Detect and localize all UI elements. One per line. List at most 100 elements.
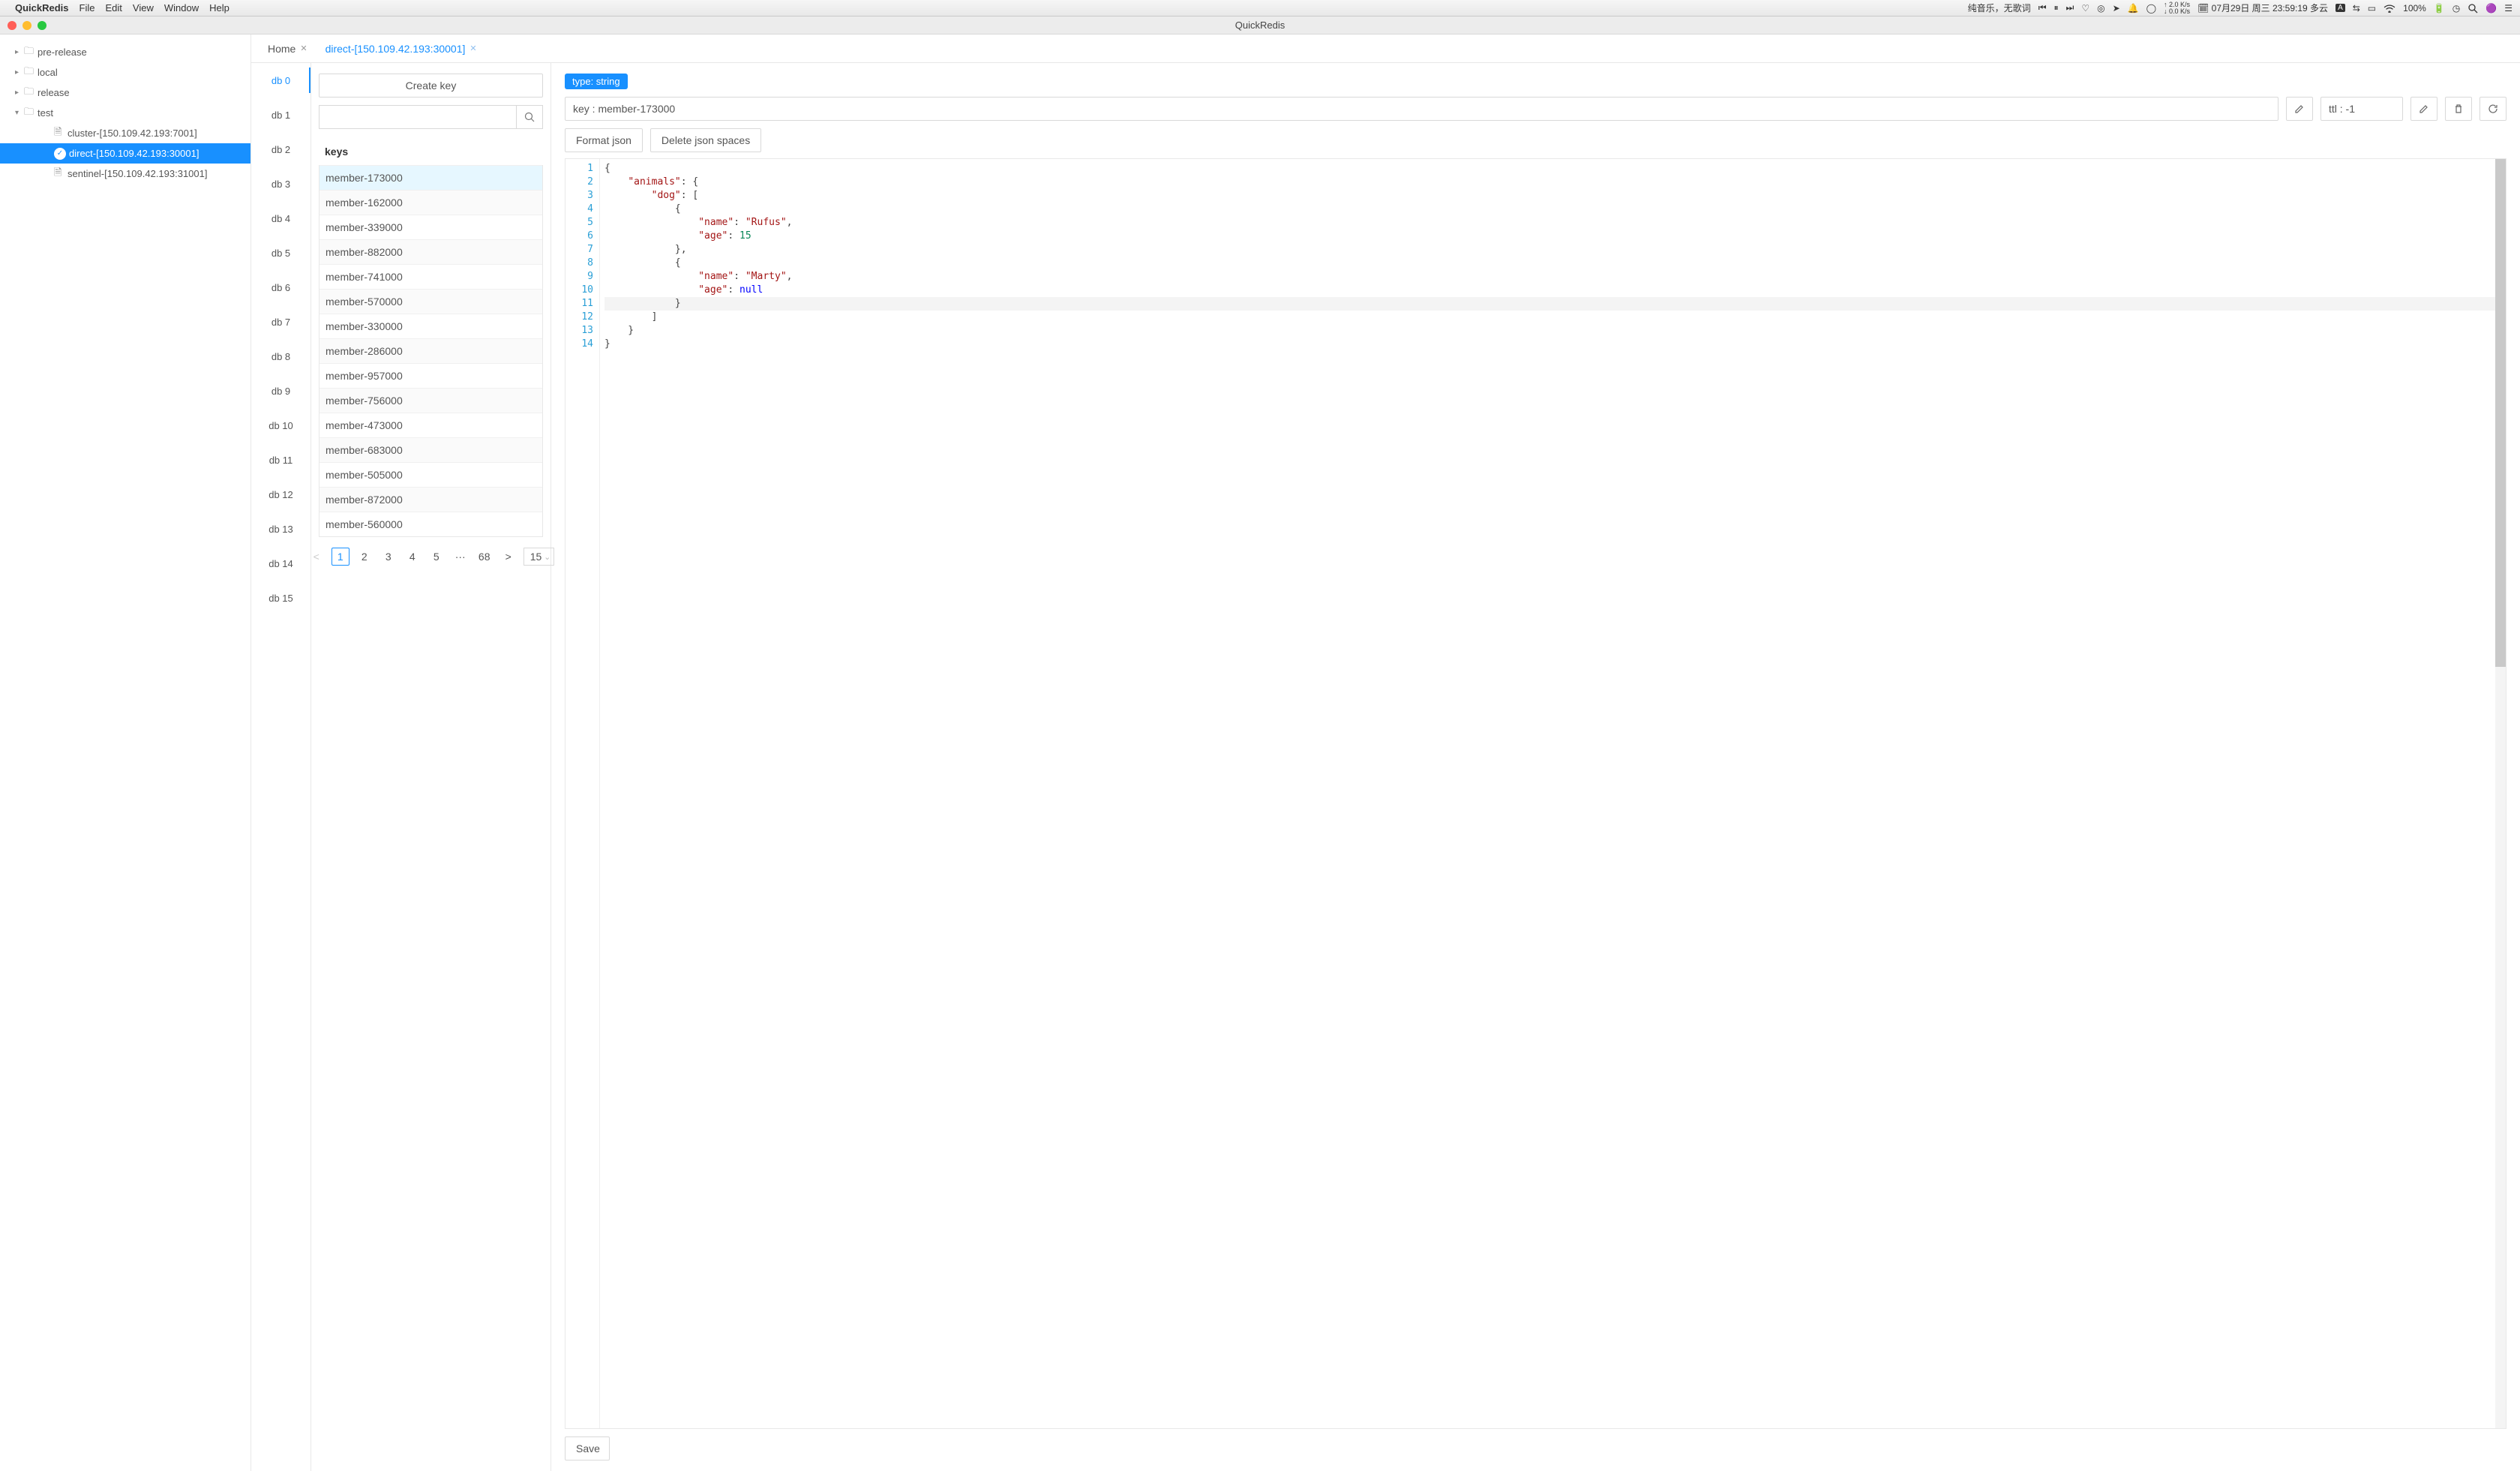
network-speed-indicator[interactable]: ↑ 2.0 K/s ↓ 0.0 K/s: [2164, 2, 2190, 15]
tab[interactable]: Home✕: [259, 35, 316, 62]
db-item[interactable]: db 1: [251, 98, 310, 132]
rename-key-button[interactable]: [2286, 97, 2313, 121]
tree-connection-item[interactable]: 🗎sentinel-[150.109.42.193:31001]: [0, 164, 250, 184]
db-item[interactable]: db 10: [251, 408, 310, 443]
key-row[interactable]: member-339000: [320, 215, 542, 239]
tree-connection-label: direct-[150.109.42.193:30001]: [69, 148, 199, 159]
key-row[interactable]: member-162000: [320, 190, 542, 215]
page-number[interactable]: 2: [356, 548, 374, 566]
key-row[interactable]: member-741000: [320, 264, 542, 289]
db-item[interactable]: db 5: [251, 236, 310, 270]
key-row[interactable]: member-505000: [320, 462, 542, 487]
db-item[interactable]: db 14: [251, 546, 310, 581]
siri-icon[interactable]: 🟣: [2486, 3, 2497, 14]
pause-icon[interactable]: ⏸: [2054, 2, 2059, 14]
key-search-input[interactable]: [319, 105, 516, 129]
close-window-button[interactable]: [8, 21, 16, 30]
key-row[interactable]: member-473000: [320, 413, 542, 437]
editor-gutter: 1234567891011121314: [566, 159, 600, 1428]
page-number[interactable]: 4: [404, 548, 422, 566]
db-item[interactable]: db 13: [251, 512, 310, 546]
tree-folder-test[interactable]: ▾🗀test: [0, 103, 250, 123]
create-key-button[interactable]: Create key: [319, 74, 543, 98]
control-center-icon[interactable]: ☰: [2504, 3, 2512, 14]
db-item[interactable]: db 15: [251, 581, 310, 615]
page-size-select[interactable]: 15: [524, 548, 555, 566]
refresh-button[interactable]: [2480, 97, 2506, 121]
key-row[interactable]: member-173000: [320, 165, 542, 190]
db-item[interactable]: db 8: [251, 339, 310, 374]
now-playing-text[interactable]: 纯音乐，无歌词: [1968, 2, 2031, 14]
refresh-icon: [2488, 104, 2498, 114]
connection-tree-sidebar: ▸🗀pre-release▸🗀local▸🗀release▾🗀test🗎clus…: [0, 35, 251, 1471]
key-row[interactable]: member-560000: [320, 512, 542, 536]
editor-code[interactable]: { "animals": { "dog": [ { "name": "Rufus…: [600, 159, 2506, 1428]
spotlight-icon[interactable]: [2468, 3, 2478, 14]
next-track-icon[interactable]: ⏭: [2066, 2, 2074, 14]
tree-folder-local[interactable]: ▸🗀local: [0, 62, 250, 83]
key-row[interactable]: member-330000: [320, 314, 542, 338]
file-icon: 🗎: [54, 166, 68, 182]
heart-icon[interactable]: ♡: [2081, 3, 2090, 14]
db-item[interactable]: db 12: [251, 477, 310, 512]
battery-icon[interactable]: 🔋: [2434, 3, 2445, 14]
tree-connection-item[interactable]: 🗎cluster-[150.109.42.193:7001]: [0, 123, 250, 143]
tab[interactable]: direct-[150.109.42.193:30001]✕: [316, 35, 486, 62]
key-row[interactable]: member-872000: [320, 487, 542, 512]
ttl-field[interactable]: ttl : -1: [2320, 97, 2403, 121]
page-number[interactable]: 3: [380, 548, 398, 566]
key-name-field[interactable]: key : member-173000: [565, 97, 2278, 121]
db-item[interactable]: db 11: [251, 443, 310, 477]
page-number[interactable]: 1: [332, 548, 350, 566]
page-last[interactable]: 68: [476, 548, 494, 566]
key-row[interactable]: member-286000: [320, 338, 542, 363]
db-item[interactable]: db 6: [251, 270, 310, 305]
tab-close-icon[interactable]: ✕: [300, 44, 307, 53]
db-item[interactable]: db 9: [251, 374, 310, 408]
db-item[interactable]: db 4: [251, 201, 310, 236]
delete-json-spaces-button[interactable]: Delete json spaces: [650, 128, 761, 152]
value-editor[interactable]: 1234567891011121314 { "animals": { "dog"…: [565, 158, 2506, 1429]
editor-scrollbar[interactable]: [2495, 159, 2506, 1428]
wifi-icon[interactable]: [2384, 4, 2396, 13]
key-row[interactable]: member-570000: [320, 289, 542, 314]
bell-icon[interactable]: 🔔: [2128, 3, 2139, 14]
tree-connection-item[interactable]: ✓direct-[150.109.42.193:30001]: [0, 143, 250, 164]
app-name[interactable]: QuickRedis: [15, 2, 69, 14]
battery-bar-icon[interactable]: ▭: [2368, 3, 2376, 14]
clock-icon[interactable]: ◷: [2452, 3, 2460, 14]
menu-window[interactable]: Window: [164, 2, 199, 14]
search-button[interactable]: [516, 105, 543, 129]
bluetooth-icon[interactable]: ⇆: [2353, 3, 2360, 14]
save-button[interactable]: Save: [565, 1436, 610, 1460]
zoom-window-button[interactable]: [38, 21, 46, 30]
key-row[interactable]: member-882000: [320, 239, 542, 264]
menu-view[interactable]: View: [133, 2, 154, 14]
db-item[interactable]: db 0: [251, 63, 310, 98]
key-row[interactable]: member-683000: [320, 437, 542, 462]
tree-folder-release[interactable]: ▸🗀release: [0, 83, 250, 103]
format-json-button[interactable]: Format json: [565, 128, 643, 152]
db-item[interactable]: db 7: [251, 305, 310, 339]
page-ellipsis[interactable]: ···: [452, 548, 470, 566]
db-item[interactable]: db 2: [251, 132, 310, 167]
menu-file[interactable]: File: [80, 2, 95, 14]
menu-edit[interactable]: Edit: [105, 2, 122, 14]
tree-folder-pre-release[interactable]: ▸🗀pre-release: [0, 42, 250, 62]
edit-ttl-button[interactable]: [2410, 97, 2438, 121]
send-icon[interactable]: ➤: [2113, 3, 2120, 14]
key-row[interactable]: member-957000: [320, 363, 542, 388]
db-item[interactable]: db 3: [251, 167, 310, 201]
menu-help[interactable]: Help: [209, 2, 230, 14]
input-source-icon[interactable]: A: [2336, 4, 2345, 12]
page-number[interactable]: 5: [428, 548, 446, 566]
circle-icon[interactable]: ◯: [2146, 3, 2156, 14]
delete-key-button[interactable]: [2445, 97, 2472, 121]
key-row[interactable]: member-756000: [320, 388, 542, 413]
target-icon[interactable]: ◎: [2097, 3, 2104, 14]
page-next-button[interactable]: >: [500, 548, 518, 566]
minimize-window-button[interactable]: [22, 21, 32, 30]
tab-close-icon[interactable]: ✕: [470, 44, 476, 53]
prev-track-icon[interactable]: ⏮: [2038, 2, 2047, 14]
date-time[interactable]: 🗓 07月29日 周三 23:59:19 多云: [2198, 2, 2328, 14]
